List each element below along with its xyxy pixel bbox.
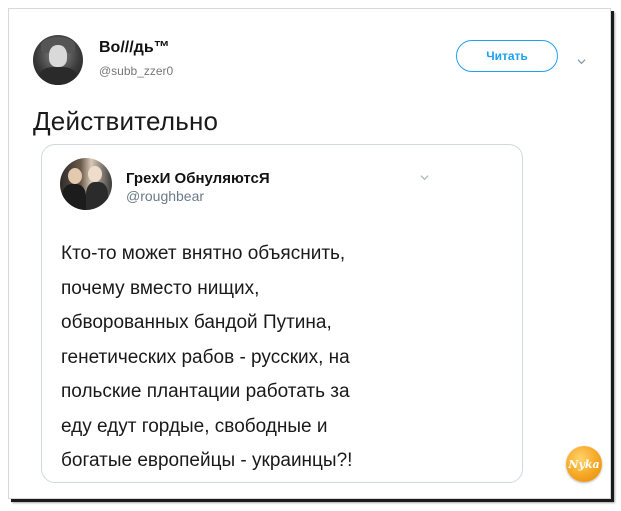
quoted-tweet-text: Кто-то может внятно объяснить, почему вм… (61, 237, 511, 479)
tweet-card: Во///дь™ @subb_zzer0 Читать Действительн… (8, 8, 611, 499)
watermark-logo: Nyka (566, 446, 602, 482)
follow-button[interactable]: Читать (456, 40, 558, 72)
quoted-tweet[interactable]: ГрехИ ОбнуляютсЯ @roughbear Кто-то может… (41, 144, 523, 483)
quoted-text-line: генетических рабов - русских, на (61, 346, 350, 368)
quoted-text-line: богатые европейцы - украинцы?! (61, 450, 353, 471)
quoted-text-line: еду едут гордые, свободные и (61, 415, 328, 437)
quoted-text-line: польские плантации работать за (61, 381, 350, 402)
chevron-down-icon[interactable] (420, 173, 429, 182)
quoted-author-avatar[interactable] (60, 158, 112, 210)
author-handle[interactable]: @subb_zzer0 (99, 64, 173, 78)
quoted-text-line: почему вместо нищих, (61, 277, 260, 299)
chevron-down-icon[interactable] (577, 57, 586, 66)
author-name[interactable]: Во///дь™ (99, 39, 170, 57)
author-avatar[interactable] (33, 35, 83, 85)
tweet-text: Действительно (33, 106, 219, 136)
quoted-text-line: Кто-то может внятно объяснить, (61, 243, 346, 264)
quoted-text-line: обворованных бандой Путина, (61, 312, 332, 333)
quoted-author-handle[interactable]: @roughbear (126, 188, 204, 204)
quoted-author-name[interactable]: ГрехИ ОбнуляютсЯ (126, 170, 270, 187)
